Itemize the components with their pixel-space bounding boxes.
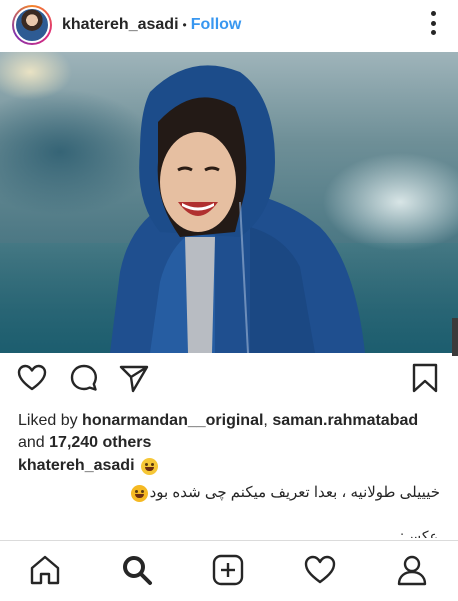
avatar-image (14, 7, 50, 43)
home-icon[interactable] (28, 553, 62, 587)
bookmark-icon[interactable] (410, 362, 440, 394)
photo-subject (110, 65, 365, 353)
caption-author: khatereh_asadi (18, 457, 158, 475)
follow-button[interactable]: Follow (191, 16, 242, 34)
profile-icon[interactable] (395, 553, 429, 587)
separator-dot: • (182, 18, 187, 32)
bottom-navigation (0, 540, 458, 601)
scroll-indicator (452, 318, 458, 356)
heart-icon[interactable] (303, 553, 337, 587)
liked-by-prefix: Liked by (18, 412, 83, 429)
and-text: and (18, 434, 50, 451)
more-options-icon[interactable] (428, 8, 438, 38)
paper-plane-icon[interactable] (118, 362, 150, 394)
caption-continuation: عکس: (400, 528, 438, 538)
laughing-emoji-icon (140, 457, 158, 475)
post-username[interactable]: khatereh_asadi (62, 16, 179, 34)
others-count-link[interactable]: 17,240 others (49, 434, 151, 451)
heart-outline-icon[interactable] (16, 362, 48, 394)
likes-summary: Liked by honarmandan__original, saman.ra… (18, 410, 448, 454)
search-icon[interactable] (120, 553, 154, 587)
tongue-emoji-icon (130, 484, 148, 502)
caption-username-link[interactable]: khatereh_asadi (18, 457, 135, 475)
liked-by-user-link[interactable]: honarmandan__original (82, 412, 263, 429)
post-action-bar (0, 362, 458, 402)
liked-by-user-link[interactable]: saman.rahmatabad (272, 412, 418, 429)
caption-body: خیییلی طولانیه ، بعدا تعریف میکنم چی شده… (149, 484, 440, 501)
post-photo[interactable] (0, 52, 458, 353)
avatar[interactable] (12, 5, 52, 45)
comment-bubble-icon[interactable] (68, 362, 100, 394)
liked-by-separator: , (263, 412, 273, 429)
add-post-icon[interactable] (211, 553, 245, 587)
caption-text: خیییلی طولانیه ، بعدا تعریف میکنم چی شده… (20, 483, 440, 502)
post-header: khatereh_asadi • Follow (0, 0, 458, 50)
